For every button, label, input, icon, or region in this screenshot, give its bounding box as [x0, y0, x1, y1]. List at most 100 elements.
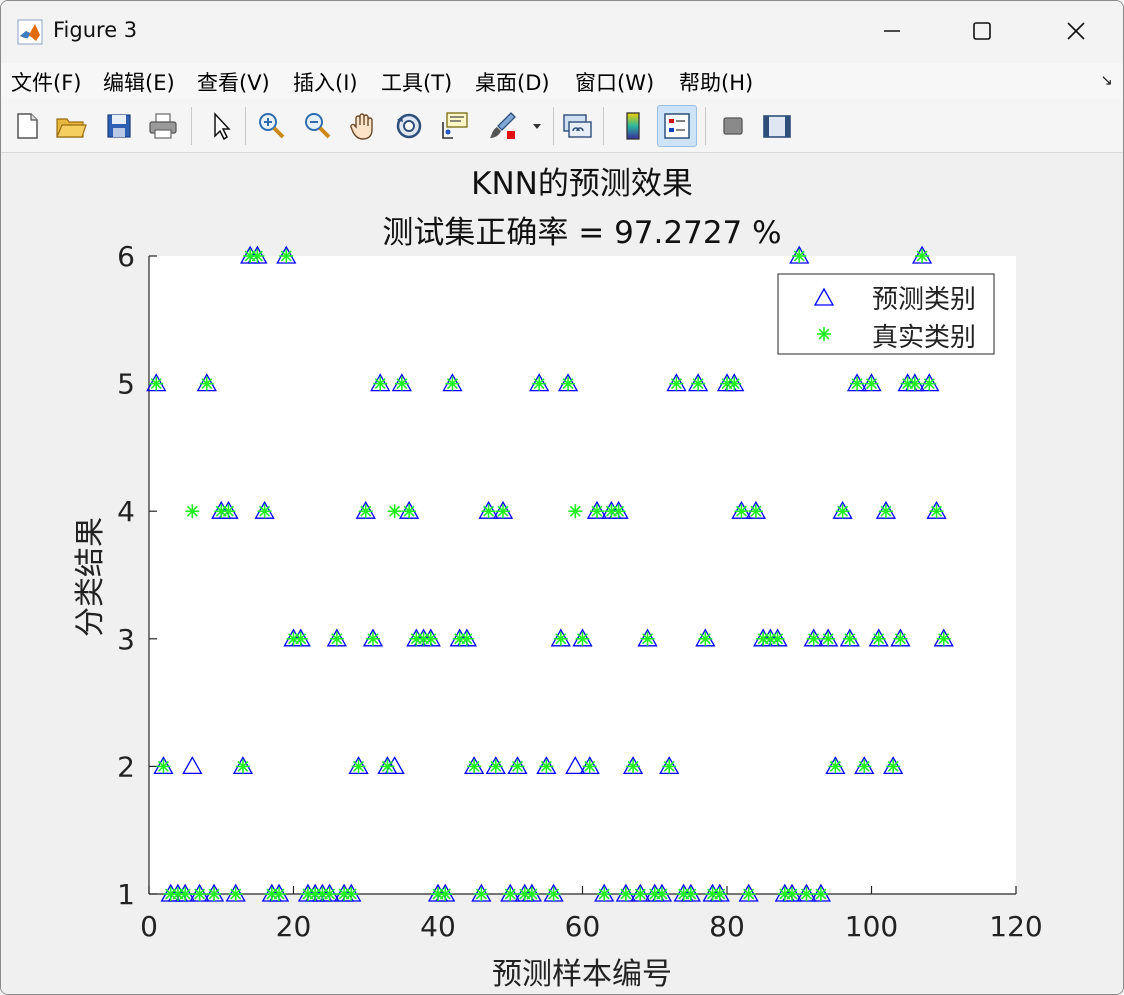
true-class-point — [402, 504, 417, 519]
true-class-point — [669, 376, 684, 391]
y-tick-label: 4 — [117, 495, 135, 528]
data-cursor-button[interactable] — [435, 105, 475, 147]
x-axis-label: 预测样本编号 — [492, 957, 672, 992]
menu-help[interactable]: 帮助(H) — [679, 67, 753, 97]
dock-figure-icon[interactable]: ↘ — [1100, 71, 1113, 89]
hide-plot-tools-button[interactable] — [713, 105, 753, 147]
insert-colorbar-icon — [626, 112, 640, 140]
show-plot-tools-icon — [763, 115, 791, 138]
open-file-button[interactable] — [51, 105, 91, 147]
true-class-point — [929, 504, 944, 519]
true-class-point — [799, 887, 814, 901]
true-class-point — [712, 887, 727, 901]
true-class-point — [510, 759, 525, 774]
true-class-point — [806, 631, 821, 646]
true-class-point — [589, 504, 604, 519]
brush-dropdown-button[interactable] — [527, 105, 547, 147]
minimize-icon — [884, 30, 900, 32]
legend-label-predicted: 预测类别 — [872, 285, 976, 315]
true-class-point — [322, 887, 337, 901]
zoom-out-button[interactable] — [297, 105, 337, 147]
true-class-point — [893, 631, 908, 646]
true-class-point — [524, 887, 539, 901]
minimize-button[interactable] — [869, 9, 915, 53]
link-plot-button[interactable] — [557, 105, 597, 147]
true-class-point — [423, 631, 438, 646]
legend[interactable]: 预测类别真实类别 — [777, 273, 995, 355]
insert-legend-icon — [664, 113, 690, 139]
true-class-point — [922, 376, 937, 391]
menu-tools[interactable]: 工具(T) — [381, 67, 452, 97]
brush-icon — [490, 112, 516, 139]
true-class-point — [553, 631, 568, 646]
true-class-point — [235, 759, 250, 774]
close-button[interactable] — [1053, 9, 1099, 53]
menu-window[interactable]: 窗口(W) — [575, 67, 654, 97]
true-class-point — [365, 631, 380, 646]
new-figure-button[interactable] — [7, 105, 47, 147]
true-class-point — [329, 631, 344, 646]
insert-legend-button[interactable] — [657, 105, 697, 147]
true-class-point — [857, 759, 872, 774]
menu-edit[interactable]: 编辑(E) — [103, 67, 175, 97]
data-cursor-icon — [442, 112, 468, 139]
true-class-point — [886, 759, 901, 774]
menu-bar: 文件(F) 编辑(E) 查看(V) 插入(I) 工具(T) 桌面(D) 窗口(W… — [1, 63, 1123, 99]
true-class-point — [185, 504, 200, 519]
menu-desktop[interactable]: 桌面(D) — [475, 67, 550, 97]
legend-label-true: 真实类别 — [872, 323, 976, 353]
y-tick-label: 2 — [117, 750, 135, 783]
window-title: Figure 3 — [53, 18, 138, 42]
true-class-point — [351, 759, 366, 774]
true-class-point — [373, 376, 388, 391]
true-class-point — [228, 887, 243, 901]
true-class-point — [683, 887, 698, 901]
true-class-point — [626, 759, 641, 774]
true-class-point — [734, 504, 749, 519]
show-plot-tools-button[interactable] — [757, 105, 797, 147]
true-class-point — [792, 249, 807, 263]
true-class-point — [821, 631, 836, 646]
zoom-out-icon — [305, 113, 331, 139]
save-figure-button[interactable] — [99, 105, 139, 147]
true-class-point — [394, 376, 409, 391]
pan-hand-icon — [350, 113, 373, 140]
x-tick-label: 40 — [420, 910, 456, 943]
pan-button[interactable] — [343, 105, 383, 147]
toolbar-separator — [191, 107, 192, 145]
x-tick-label: 100 — [845, 910, 898, 943]
true-class-point — [907, 376, 922, 391]
link-plot-icon — [563, 114, 592, 138]
title-bar[interactable]: Figure 3 — [1, 1, 1123, 63]
y-tick-label: 6 — [117, 240, 135, 273]
true-class-point — [488, 759, 503, 774]
rotate-3d-icon — [396, 113, 422, 139]
true-class-point — [467, 759, 482, 774]
true-class-point — [279, 249, 294, 263]
print-figure-button[interactable] — [143, 105, 183, 147]
true-class-point — [257, 504, 272, 519]
true-class-point — [149, 376, 164, 391]
menu-file[interactable]: 文件(F) — [11, 67, 81, 97]
brush-button[interactable] — [483, 105, 523, 147]
x-tick-label: 20 — [276, 910, 312, 943]
maximize-button[interactable] — [959, 9, 1005, 53]
edit-plot-button[interactable] — [201, 105, 241, 147]
menu-insert[interactable]: 插入(I) — [293, 67, 358, 97]
true-class-point — [748, 504, 763, 519]
true-class-point — [358, 504, 373, 519]
true-class-point — [813, 887, 828, 901]
menu-view[interactable]: 查看(V) — [197, 67, 270, 97]
true-class-point — [662, 759, 677, 774]
save-figure-icon — [107, 114, 131, 138]
zoom-in-button[interactable] — [251, 105, 291, 147]
true-class-point — [199, 376, 214, 391]
true-class-point — [871, 631, 886, 646]
true-class-point — [915, 249, 930, 263]
y-tick-label: 3 — [117, 623, 135, 656]
toolbar-separator — [553, 107, 554, 145]
insert-colorbar-button[interactable] — [613, 105, 653, 147]
rotate-3d-button[interactable] — [389, 105, 429, 147]
true-class-point — [272, 887, 287, 901]
toolbar-separator — [603, 107, 604, 145]
